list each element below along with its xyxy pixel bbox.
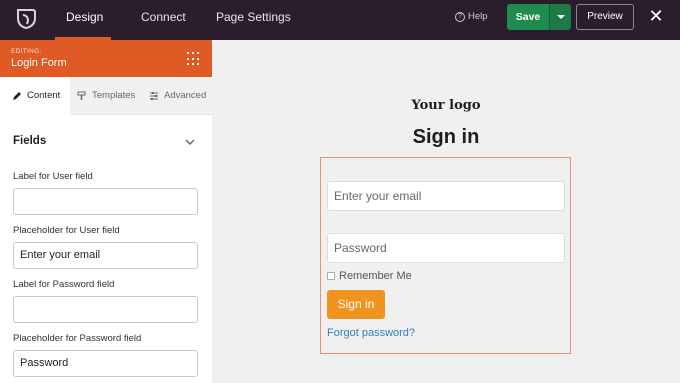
tab-advanced-label: Advanced [164, 90, 207, 101]
tab-connect[interactable]: Connect [141, 0, 186, 40]
save-options-dropdown[interactable] [549, 4, 571, 30]
user-placeholder-input[interactable]: Enter your email [13, 242, 198, 269]
tab-advanced[interactable]: Advanced [149, 77, 206, 115]
field-label-password-placeholder: Placeholder for Password field [13, 333, 142, 344]
tab-content[interactable]: Content [0, 77, 70, 115]
tab-templates[interactable]: Templates [77, 77, 135, 115]
pencil-icon [13, 92, 21, 100]
editing-header: EDITING: Login Form [0, 40, 212, 77]
tab-templates-label: Templates [92, 90, 136, 101]
sliders-icon [150, 92, 158, 100]
help-link[interactable]: ? Help [455, 11, 488, 22]
top-bar: Design Connect Page Settings ? Help Save… [0, 0, 680, 40]
remember-checkbox[interactable] [327, 272, 335, 280]
sign-in-button[interactable]: Sign in [327, 290, 385, 319]
help-icon: ? [455, 11, 465, 22]
password-label-input[interactable] [13, 296, 198, 323]
preview-button[interactable]: Preview [576, 4, 634, 30]
password-field[interactable]: Password [327, 233, 565, 263]
form-logo: Your logo [411, 98, 481, 113]
field-label-user: Label for User field [13, 171, 93, 182]
field-label-user-placeholder: Placeholder for User field [13, 225, 120, 236]
password-placeholder-input[interactable]: Password [13, 350, 198, 377]
help-label: Help [468, 11, 488, 22]
brush-icon [77, 91, 86, 100]
user-label-input[interactable] [13, 188, 198, 215]
field-label-password: Label for Password field [13, 279, 115, 290]
remember-me[interactable]: Remember Me [327, 270, 412, 282]
app-logo-icon[interactable] [13, 6, 39, 32]
editing-caption: EDITING: [11, 48, 42, 55]
drag-grid-icon[interactable] [187, 52, 201, 66]
forgot-password-link[interactable]: Forgot password? [327, 327, 415, 339]
settings-sidebar: EDITING: Login Form Content Templates Ad… [0, 40, 212, 383]
close-icon[interactable]: ✕ [647, 6, 665, 26]
preview-canvas: Your logo Sign in Enter your email Passw… [212, 40, 680, 383]
editing-title: Login Form [11, 57, 67, 69]
tab-content-label: Content [27, 90, 61, 101]
tab-page-settings[interactable]: Page Settings [216, 0, 291, 40]
remember-label: Remember Me [339, 270, 412, 282]
section-title: Fields [13, 135, 47, 147]
login-form[interactable]: Enter your email Password Remember Me Si… [320, 157, 571, 354]
tab-design[interactable]: Design [66, 0, 103, 40]
save-button[interactable]: Save [507, 4, 549, 30]
chevron-down-icon[interactable] [183, 135, 197, 149]
sidebar-tabs: Content Templates Advanced [0, 77, 212, 115]
form-heading: Sign in [412, 126, 480, 148]
email-field[interactable]: Enter your email [327, 181, 565, 211]
